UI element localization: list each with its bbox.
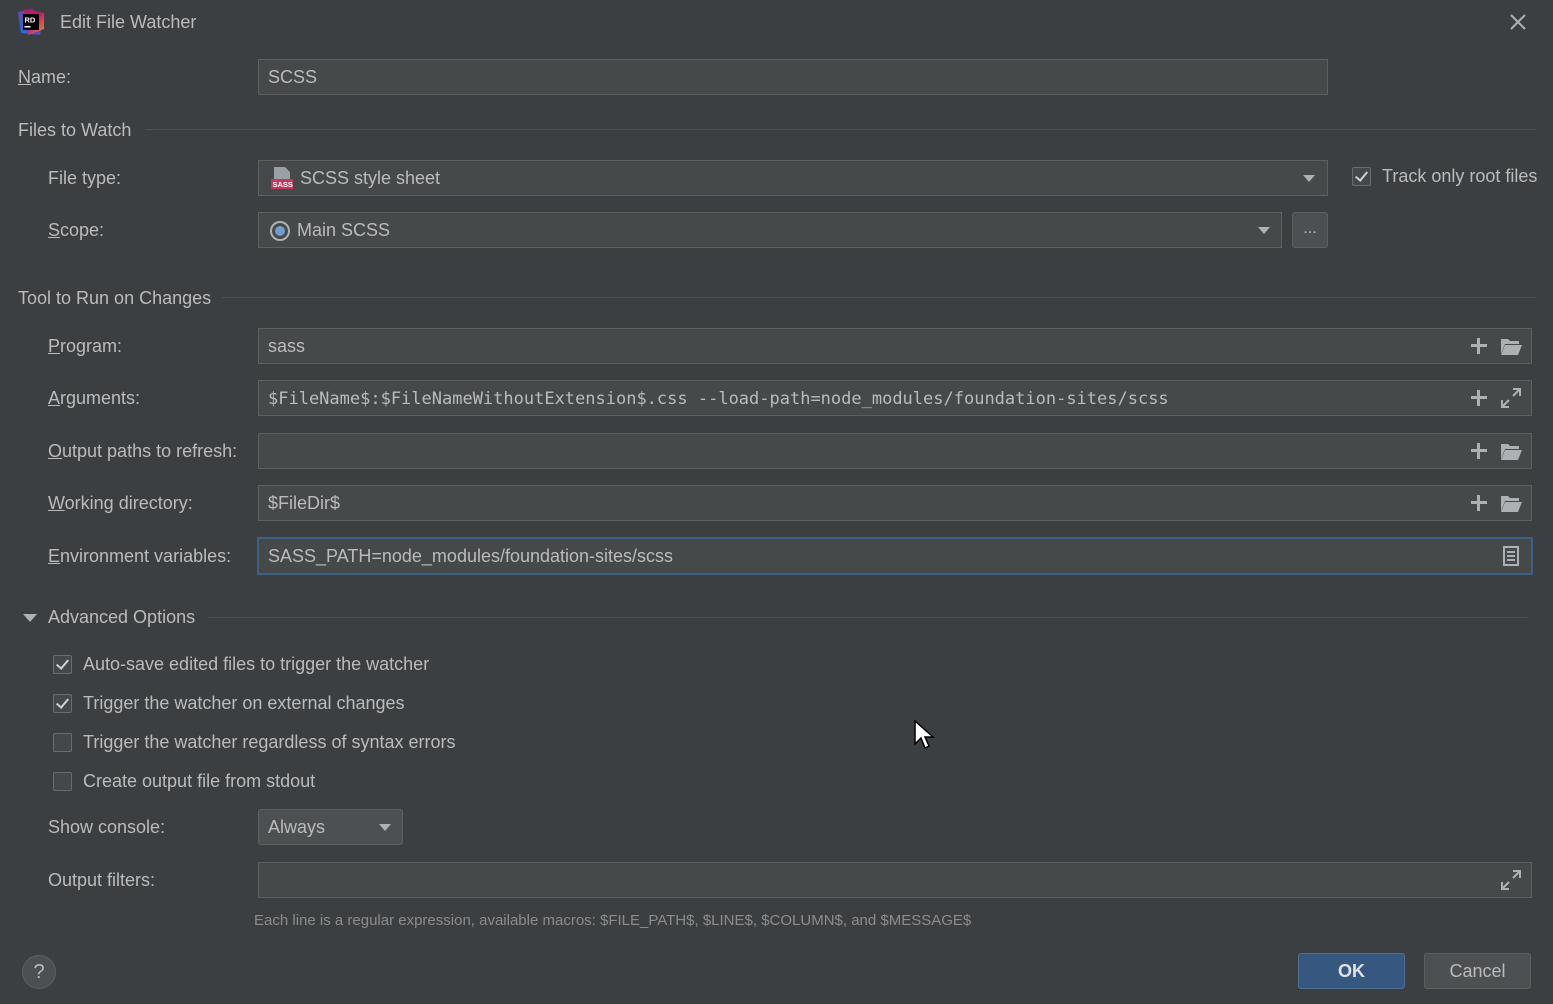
file-type-value: SCSS style sheet: [300, 168, 441, 188]
env-vars-label: Environment variables:: [48, 546, 232, 566]
program-value: sass: [268, 336, 306, 356]
external-changes-label: Trigger the watcher on external changes: [83, 693, 405, 713]
scope-browse-button[interactable]: ...: [1292, 212, 1328, 248]
dialog-title: Edit File Watcher: [60, 12, 197, 32]
chevron-down-icon: [379, 824, 391, 831]
files-to-watch-title: Files to Watch: [18, 120, 132, 140]
output-paths-label: Output paths to refresh:: [48, 441, 238, 461]
name-field[interactable]: SCSS: [258, 59, 1328, 95]
rider-logo-icon: RD: [18, 9, 44, 35]
track-root-label: Track only root files: [1382, 166, 1538, 186]
help-button[interactable]: ?: [22, 955, 56, 989]
name-value: SCSS: [268, 67, 318, 87]
syntax-errors-label: Trigger the watcher regardless of syntax…: [83, 732, 456, 752]
expand-icon[interactable]: [1499, 386, 1523, 410]
auto-save-label: Auto-save edited files to trigger the wa…: [83, 654, 430, 674]
program-field[interactable]: sass: [258, 328, 1532, 364]
output-filters-field[interactable]: [258, 862, 1532, 898]
tool-section-separator: [222, 297, 1536, 298]
program-label: Program:: [48, 336, 123, 356]
env-vars-value: SASS_PATH=node_modules/foundation-sites/…: [268, 546, 674, 566]
auto-save-checkbox[interactable]: [53, 655, 72, 674]
insert-macro-plus-icon[interactable]: [1467, 439, 1491, 463]
output-filters-hint: Each line is a regular expression, avail…: [254, 912, 972, 929]
arguments-label: Arguments:: [48, 388, 141, 408]
stdout-output-checkbox[interactable]: [53, 772, 72, 791]
scope-label: Scope:: [48, 220, 105, 240]
insert-macro-plus-icon[interactable]: [1467, 491, 1491, 515]
scope-combo[interactable]: Main SCSS: [258, 212, 1282, 248]
folder-open-icon[interactable]: [1499, 491, 1523, 515]
edit-list-icon[interactable]: [1499, 544, 1523, 568]
stdout-output-label: Create output file from stdout: [83, 771, 316, 791]
scope-target-icon: [270, 221, 290, 241]
env-vars-field[interactable]: SASS_PATH=node_modules/foundation-sites/…: [257, 537, 1533, 575]
chevron-down-icon: [1303, 175, 1315, 182]
close-icon[interactable]: [1505, 10, 1531, 34]
file-type-combo[interactable]: SASS SCSS style sheet: [258, 160, 1328, 196]
show-console-label: Show console:: [48, 817, 166, 837]
insert-macro-plus-icon[interactable]: [1467, 386, 1491, 410]
track-root-checkbox[interactable]: [1352, 167, 1371, 186]
files-to-watch-separator: [146, 129, 1536, 130]
working-dir-field[interactable]: $FileDir$: [258, 485, 1532, 521]
title-bar: RD Edit File Watcher: [0, 0, 1553, 44]
svg-text:SASS: SASS: [273, 180, 293, 189]
show-console-value: Always: [268, 817, 326, 837]
scope-value: Main SCSS: [297, 220, 391, 240]
chevron-down-icon: [1258, 227, 1270, 234]
syntax-errors-checkbox[interactable]: [53, 733, 72, 752]
arguments-field[interactable]: $FileName$:$FileNameWithoutExtension$.cs…: [258, 380, 1532, 416]
folder-open-icon[interactable]: [1499, 334, 1523, 358]
expand-icon[interactable]: [1499, 868, 1523, 892]
scope-browse-label: ...: [1303, 220, 1317, 237]
insert-macro-plus-icon[interactable]: [1467, 334, 1491, 358]
cancel-button[interactable]: Cancel: [1424, 953, 1531, 989]
collapse-triangle-icon[interactable]: [22, 612, 38, 624]
advanced-separator: [208, 617, 1528, 618]
tool-section-title: Tool to Run on Changes: [18, 288, 212, 308]
working-dir-value: $FileDir$: [268, 493, 341, 513]
folder-open-icon[interactable]: [1499, 439, 1523, 463]
mouse-cursor-icon: [914, 720, 935, 750]
file-type-label: File type:: [48, 168, 122, 188]
arguments-value: $FileName$:$FileNameWithoutExtension$.cs…: [268, 389, 1169, 409]
name-label: Name:: [18, 67, 72, 87]
svg-text:RD: RD: [25, 16, 36, 25]
advanced-options-title[interactable]: Advanced Options: [48, 607, 195, 628]
output-filters-label: Output filters:: [48, 870, 156, 890]
show-console-select[interactable]: Always: [258, 809, 403, 845]
ok-button[interactable]: OK: [1298, 953, 1405, 989]
working-dir-label: Working directory:: [48, 493, 193, 513]
external-changes-checkbox[interactable]: [53, 694, 72, 713]
sass-file-icon: SASS: [271, 167, 293, 189]
output-paths-field[interactable]: [258, 433, 1532, 469]
